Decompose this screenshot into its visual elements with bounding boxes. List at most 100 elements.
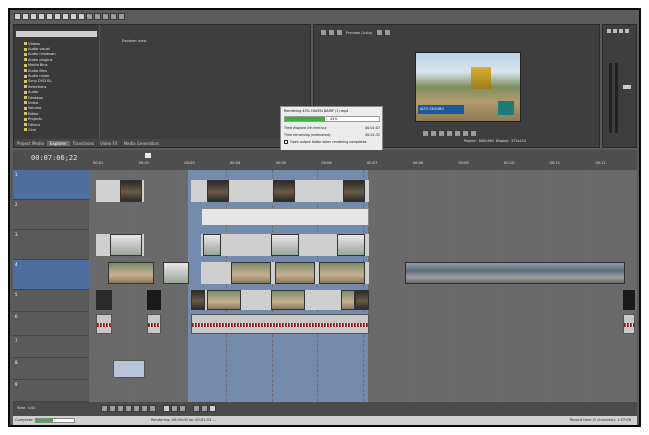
audio-clip-6d[interactable] bbox=[623, 314, 635, 334]
prev-frame-icon[interactable] bbox=[454, 130, 461, 137]
play-icon[interactable] bbox=[430, 130, 437, 137]
time-ruler[interactable]: 00:01 00:02 00:03 00:04 00:05 00:06 00:07 00:08… bbox=[89, 150, 637, 170]
track-header-5[interactable]: 5 bbox=[13, 290, 89, 312]
properties-icon[interactable] bbox=[54, 13, 61, 20]
render-icon[interactable] bbox=[46, 13, 53, 20]
files-header: Explorer view bbox=[122, 39, 147, 43]
selection-tool-icon[interactable] bbox=[171, 405, 178, 412]
timecode-area: 00:07:06;22 bbox=[13, 150, 89, 170]
clip-track4-c[interactable] bbox=[201, 262, 369, 284]
remaining-row: Time remaining (estimated): 00:01:32 bbox=[284, 133, 380, 137]
tab-explorer[interactable]: Explorer bbox=[46, 140, 70, 146]
open-folder-option[interactable]: Open output folder when rendering comple… bbox=[284, 140, 367, 144]
track-header-6[interactable]: 6 bbox=[13, 312, 89, 336]
clip-track2-text[interactable] bbox=[201, 208, 369, 226]
split-screen-icon[interactable] bbox=[328, 29, 335, 36]
ruler-label: 00:05 bbox=[275, 161, 287, 165]
redo-icon[interactable] bbox=[94, 13, 101, 20]
copy-snapshot-icon[interactable] bbox=[376, 29, 384, 36]
folder-icon bbox=[24, 128, 27, 132]
folder-icon bbox=[24, 63, 27, 67]
envelope-tool-icon[interactable] bbox=[110, 13, 117, 20]
open-icon[interactable] bbox=[22, 13, 29, 20]
clip-track3-a[interactable] bbox=[96, 234, 144, 256]
clip-track5-d[interactable] bbox=[623, 290, 635, 310]
master-fader[interactable] bbox=[623, 85, 631, 89]
track-header-9[interactable]: 9 bbox=[13, 380, 89, 402]
master-meter-right bbox=[615, 63, 618, 133]
snap-icon[interactable] bbox=[193, 405, 200, 412]
record-icon[interactable] bbox=[101, 405, 108, 412]
tree-item[interactable]: Sony DVD BL bbox=[24, 79, 56, 84]
preview-quality[interactable]: Preview (Auto) bbox=[346, 31, 372, 35]
tl-end-icon[interactable] bbox=[149, 405, 156, 412]
tree-item-label: Selections bbox=[28, 84, 47, 89]
clip-track4-b[interactable] bbox=[163, 262, 189, 284]
marker-flag[interactable] bbox=[145, 153, 151, 158]
tl-start-icon[interactable] bbox=[141, 405, 148, 412]
tree-item-label: Editor bbox=[28, 111, 39, 116]
overlays-icon[interactable] bbox=[336, 29, 343, 36]
zoom-tool-icon[interactable] bbox=[179, 405, 186, 412]
loop-icon[interactable] bbox=[470, 130, 477, 137]
tab-transitions[interactable]: Transitions bbox=[70, 141, 97, 146]
loop-playback-icon[interactable] bbox=[109, 405, 116, 412]
paste-icon[interactable] bbox=[78, 13, 85, 20]
ruler-label: 00:04 bbox=[230, 161, 241, 165]
copy-icon[interactable] bbox=[70, 13, 77, 20]
status-complete: Complete: 45 % bbox=[15, 418, 75, 423]
save-snapshot-icon[interactable] bbox=[384, 29, 392, 36]
folder-icon bbox=[24, 47, 27, 51]
elapsed-row: Time elapsed (hh:mm:ss): 00:01:07 bbox=[284, 126, 380, 130]
render-dialog-title: Rendering 43% HAVEN DAIRY (1).mp4 bbox=[284, 109, 349, 113]
audio-clip-6b[interactable] bbox=[147, 314, 161, 334]
tab-project-media[interactable]: Project Media bbox=[14, 141, 47, 146]
help-icon[interactable] bbox=[118, 13, 125, 20]
track-header-3[interactable]: 3 bbox=[13, 230, 89, 260]
tl-stop-icon[interactable] bbox=[133, 405, 140, 412]
pause-icon[interactable] bbox=[438, 130, 445, 137]
normal-edit-tool-icon[interactable] bbox=[102, 13, 109, 20]
grid-line bbox=[89, 170, 90, 402]
clip-track4-d[interactable] bbox=[405, 262, 625, 284]
clip-track1-b[interactable] bbox=[191, 180, 369, 202]
ruler-label: 00:09 bbox=[458, 161, 469, 165]
track-header-1[interactable]: 1 bbox=[13, 170, 89, 200]
ripple-icon[interactable] bbox=[201, 405, 208, 412]
open-folder-checkbox[interactable] bbox=[284, 140, 288, 144]
address-bar[interactable] bbox=[16, 31, 97, 37]
tree-item[interactable]: Audio plugins bbox=[24, 57, 56, 62]
preview-settings-icon[interactable] bbox=[320, 29, 327, 36]
tab-media-generators[interactable]: Media Generators bbox=[121, 141, 163, 146]
clip-track3-b[interactable] bbox=[201, 234, 369, 256]
track-header-2[interactable]: 2 bbox=[13, 200, 89, 230]
cut-icon[interactable] bbox=[62, 13, 69, 20]
normal-tool-icon[interactable] bbox=[163, 405, 170, 412]
audio-clip-8a[interactable] bbox=[113, 360, 145, 378]
clip-track5-a[interactable] bbox=[96, 290, 112, 310]
audio-clip-6a[interactable] bbox=[96, 314, 112, 334]
tree-item-label: Desktop bbox=[28, 95, 43, 100]
tree-item-label: Audio visual bbox=[28, 47, 50, 52]
track-header-7[interactable]: 7 bbox=[13, 336, 89, 358]
save-icon[interactable] bbox=[30, 13, 37, 20]
next-frame-icon[interactable] bbox=[462, 130, 469, 137]
tree-item[interactable]: Audio mixdown bbox=[24, 52, 56, 57]
tl-pause-icon[interactable] bbox=[125, 405, 132, 412]
clip-track5-c[interactable] bbox=[191, 290, 369, 310]
tl-play-icon[interactable] bbox=[117, 405, 124, 412]
track-header-4[interactable]: 4 bbox=[13, 260, 89, 290]
new-project-icon[interactable] bbox=[14, 13, 21, 20]
save-as-icon[interactable] bbox=[38, 13, 45, 20]
lock-envelopes-icon[interactable] bbox=[209, 405, 216, 412]
audio-clip-6c[interactable] bbox=[191, 314, 369, 334]
tree-item[interactable]: Cine bbox=[24, 127, 56, 132]
clip-track5-b[interactable] bbox=[147, 290, 161, 310]
clip-track4-a[interactable] bbox=[108, 262, 154, 284]
tab-video-fx[interactable]: Video FX bbox=[97, 141, 121, 146]
stop-icon[interactable] bbox=[446, 130, 453, 137]
clip-track1-a[interactable] bbox=[96, 180, 144, 202]
undo-icon[interactable] bbox=[86, 13, 93, 20]
track-header-8[interactable]: 8 bbox=[13, 358, 89, 380]
play-from-start-icon[interactable] bbox=[422, 130, 429, 137]
